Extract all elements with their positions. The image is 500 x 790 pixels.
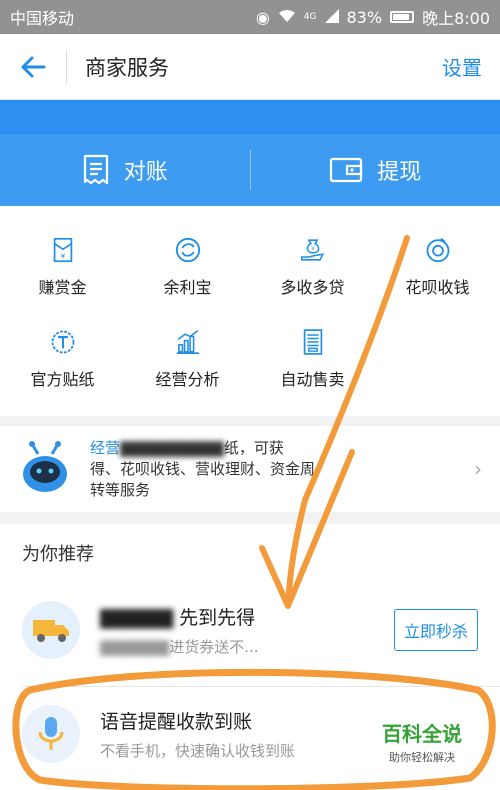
- withdraw-button[interactable]: 提现: [251, 134, 500, 206]
- vending-icon: [303, 329, 322, 355]
- watermark-logo: 百科全说 助你轻松解决: [382, 718, 462, 765]
- recommend-title: 为你推荐: [22, 544, 94, 565]
- service-label: 多收多贷: [280, 278, 345, 297]
- carrier-label: 中国移动: [10, 9, 75, 28]
- service-label: 花呗收钱: [405, 278, 470, 297]
- promo-line-2: 得、花呗收钱、营收理财、资金周: [90, 459, 316, 478]
- action-bar: 对账 提现: [0, 134, 500, 206]
- watermark-sub: 助你轻松解决: [389, 751, 455, 764]
- promo-banner[interactable]: 经营▇▇▇▇▇▇▇▇▇纸，可获 得、花呗收钱、营收理财、资金周 转等服务 ›: [0, 426, 500, 512]
- watermark-main: 百科全说: [382, 722, 462, 746]
- recommend-section: 为你推荐 ▇▇▇▇▇ 先到先得 ▇▇▇▇▇▇进货券送不... 立即秒杀 语音提醒…: [0, 524, 500, 790]
- header-bar: 商家服务 设置: [0, 34, 500, 100]
- header-divider: [66, 49, 67, 84]
- battery-percent: 83%: [346, 7, 383, 27]
- sticker-t-icon: [51, 330, 74, 354]
- service-zhuanshangjin[interactable]: ¥ 赚赏金: [0, 206, 125, 298]
- redacted-text: ▇▇▇▇▇: [100, 607, 180, 629]
- service-duoshouduodai[interactable]: ¥ 多收多贷: [250, 206, 375, 298]
- wifi-icon: [278, 8, 296, 27]
- settings-link[interactable]: 设置: [442, 52, 482, 81]
- service-label: 自动售卖: [280, 370, 345, 389]
- status-icons: ◉ 4G 83% 晚上8:00: [256, 5, 490, 29]
- wallet-icon: [330, 157, 363, 183]
- svg-text:¥: ¥: [60, 252, 65, 260]
- service-grid: ¥ 赚赏金 余利宝 ¥ 多收多贷 花呗收钱 官方贴纸 经营分析 自动售卖: [0, 206, 500, 416]
- eye-icon: ◉: [255, 7, 270, 27]
- recommend-item[interactable]: ▇▇▇▇▇ 先到先得 ▇▇▇▇▇▇进货券送不... 立即秒杀: [0, 582, 500, 678]
- promo-line1-tail: 纸，可获: [223, 438, 284, 457]
- service-label: 官方贴纸: [30, 370, 95, 389]
- status-bar: 中国移动 ◉ 4G 83% 晚上8:00: [0, 0, 500, 34]
- huabei-icon: [426, 238, 449, 263]
- truck-icon: [22, 601, 80, 659]
- promo-line-3: 转等服务: [90, 480, 151, 499]
- recommend-texts: 语音提醒收款到账 不看手机，快速确认收钱到账: [100, 707, 295, 761]
- promo-redacted: ▇▇▇▇▇▇▇▇▇: [120, 438, 224, 457]
- promo-line-1: 经营▇▇▇▇▇▇▇▇▇纸，可获: [90, 438, 460, 459]
- microphone-icon: [22, 705, 80, 763]
- reconcile-label: 对账: [123, 160, 168, 185]
- service-huabei[interactable]: 花呗收钱: [375, 206, 500, 298]
- yulibao-icon: [175, 237, 200, 263]
- signal-icon: [324, 8, 339, 27]
- envelope-yen-icon: ¥: [53, 237, 72, 263]
- recommend-texts: ▇▇▇▇▇ 先到先得 ▇▇▇▇▇▇进货券送不...: [100, 603, 259, 657]
- service-label: 经营分析: [155, 370, 220, 389]
- svg-text:¥: ¥: [311, 247, 315, 253]
- chevron-right-icon: ›: [474, 457, 482, 481]
- header-banner: [0, 100, 500, 134]
- recommend-item-subtitle: ▇▇▇▇▇▇进货券送不...: [100, 638, 259, 656]
- reconcile-button[interactable]: 对账: [0, 134, 250, 206]
- service-sticker[interactable]: 官方贴纸: [0, 298, 125, 390]
- flash-sale-button[interactable]: 立即秒杀: [393, 609, 478, 651]
- withdraw-label: 提现: [377, 160, 422, 185]
- service-vending[interactable]: 自动售卖: [250, 298, 375, 390]
- network-label: 4G: [303, 12, 317, 22]
- recommend-item-title: 语音提醒收款到账: [100, 711, 253, 733]
- redacted-text: ▇▇▇▇▇▇: [100, 638, 170, 656]
- service-label: 赚赏金: [38, 278, 87, 297]
- money-bag-hand-icon: ¥: [300, 239, 324, 261]
- recommend-item-title: ▇▇▇▇▇ 先到先得: [100, 607, 256, 629]
- service-analysis[interactable]: 经营分析: [125, 298, 250, 390]
- service-label: 余利宝: [163, 278, 212, 297]
- back-button[interactable]: [0, 34, 66, 100]
- robot-icon: [23, 441, 67, 492]
- back-arrow-icon: [21, 56, 46, 77]
- battery-icon: [390, 11, 415, 23]
- bar-chart-icon: [176, 330, 199, 355]
- promo-highlight: 经营: [90, 438, 121, 457]
- page-title: 商家服务: [85, 55, 169, 80]
- clock: 晚上8:00: [422, 9, 490, 28]
- recommend-item-subtitle: 不看手机，快速确认收钱到账: [100, 742, 296, 760]
- statement-icon: [83, 154, 108, 185]
- promo-text: 经营▇▇▇▇▇▇▇▇▇纸，可获 得、花呗收钱、营收理财、资金周 转等服务: [90, 438, 460, 501]
- service-yulibao[interactable]: 余利宝: [125, 206, 250, 298]
